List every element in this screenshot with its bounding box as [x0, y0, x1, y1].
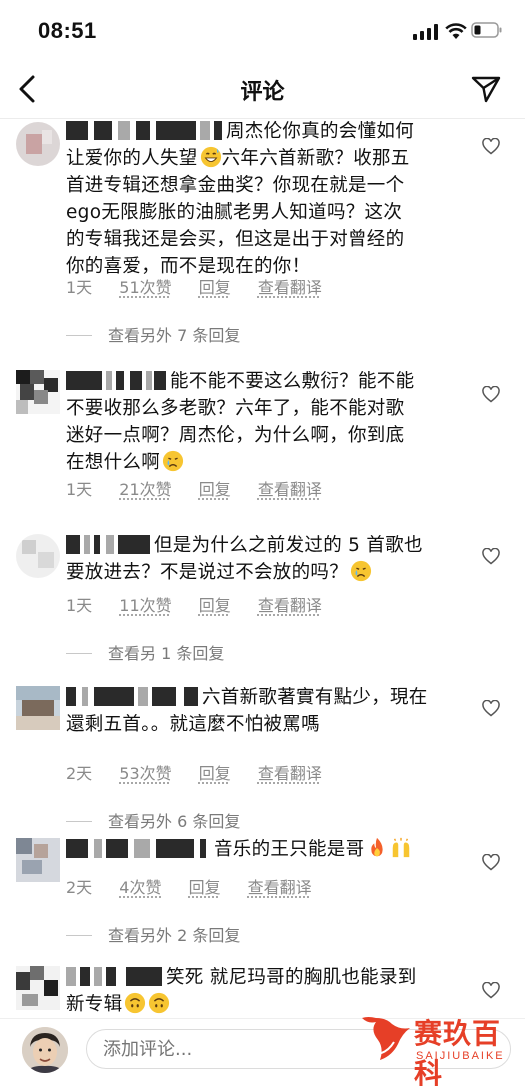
likes-count[interactable]: 11次赞 [119, 596, 171, 615]
fire-emoji [371, 837, 384, 857]
translate-button[interactable]: 查看翻译 [258, 278, 322, 297]
reply-divider [66, 335, 92, 336]
grinning-sweat-emoji [200, 146, 221, 168]
comment-time: 2天 [66, 764, 93, 783]
comment-time: 1天 [66, 480, 93, 499]
status-bar: 08:51 [0, 0, 525, 60]
comment-meta: 2天 53次赞 回复 查看翻译 [66, 760, 344, 784]
comment-text: 周杰伦你真的会懂如何 让爱你的人失望 六年六首新歌？收那五 首进专辑还想拿金曲奖？… [66, 121, 415, 277]
view-more-replies[interactable]: 查看另外 2 条回复 [66, 922, 240, 946]
likes-count[interactable]: 53次赞 [119, 764, 171, 783]
username-blurred[interactable] [66, 371, 166, 390]
reply-divider [66, 821, 92, 822]
paper-plane-icon[interactable] [470, 73, 502, 105]
reply-button[interactable]: 回复 [199, 764, 231, 783]
view-more-replies[interactable]: 查看另 1 条回复 [66, 640, 224, 664]
comment-input[interactable] [86, 1029, 511, 1069]
avatar[interactable] [16, 686, 60, 730]
like-heart-icon[interactable] [482, 138, 500, 155]
username-blurred[interactable] [66, 535, 150, 554]
avatar[interactable] [16, 370, 60, 414]
avatar[interactable] [16, 838, 60, 882]
comment-time: 2天 [66, 878, 93, 897]
comment-text: 能不能不要这么敷衍？能不能 不要收那么多老歌？六年了，能不能对歌 迷好一点啊？周… [66, 371, 415, 473]
status-time: 08:51 [38, 18, 97, 43]
raising-hands-emoji [393, 837, 410, 858]
comment-time: 1天 [66, 278, 93, 297]
crying-face-emoji [162, 450, 184, 472]
translate-button[interactable]: 查看翻译 [248, 878, 312, 897]
wifi-icon [445, 23, 467, 39]
comment-meta: 2天 4次赞 回复 查看翻译 [66, 874, 334, 898]
username-blurred[interactable] [66, 839, 210, 858]
like-heart-icon[interactable] [482, 854, 500, 871]
likes-count[interactable]: 4次赞 [119, 878, 161, 897]
battery-icon [471, 22, 502, 38]
page-title: 评论 [240, 80, 285, 105]
user-photo-icon [22, 1027, 68, 1073]
comment-time: 1天 [66, 596, 93, 615]
like-heart-icon[interactable] [482, 548, 500, 565]
comment-text: 音乐的王只能是哥 [66, 836, 461, 863]
comment-meta: 1天 51次赞 回复 查看翻译 [66, 274, 344, 298]
header: 评论 [0, 60, 525, 119]
comment-composer [0, 1018, 525, 1081]
reply-button[interactable]: 回复 [199, 480, 231, 499]
avatar[interactable] [16, 966, 60, 1010]
username-blurred[interactable] [66, 967, 162, 986]
translate-button[interactable]: 查看翻译 [258, 764, 322, 783]
reply-divider [66, 935, 92, 936]
like-heart-icon[interactable] [482, 982, 500, 999]
upside-down-face-emoji [149, 992, 170, 1014]
comment-text: 但是为什么之前发过的 5 首歌也 要放进去？不是说过不会放的吗？ [66, 535, 423, 583]
upside-down-face-emoji [125, 992, 146, 1014]
like-heart-icon[interactable] [482, 700, 500, 717]
comment-list[interactable]: 周杰伦你真的会懂如何 让爱你的人失望 六年六首新歌？收那五 首进专辑还想拿金曲奖？… [0, 118, 525, 1018]
reply-button[interactable]: 回复 [199, 596, 231, 615]
comment-meta: 1天 11次赞 回复 查看翻译 [66, 592, 344, 616]
reply-button[interactable]: 回复 [199, 278, 231, 297]
cellular-signal-icon [413, 24, 438, 40]
comment-meta: 1天 21次赞 回复 查看翻译 [66, 476, 344, 500]
translate-button[interactable]: 查看翻译 [258, 596, 322, 615]
avatar[interactable] [16, 122, 60, 166]
avatar[interactable] [16, 534, 60, 578]
comment-text: 笑死 就尼玛哥的胸肌也能录到 新专辑 [66, 967, 417, 1015]
reply-button[interactable]: 回复 [189, 878, 221, 897]
current-user-avatar [22, 1027, 68, 1073]
crying-face-emoji [350, 560, 372, 582]
view-more-replies[interactable]: 查看另外 6 条回复 [66, 808, 240, 832]
username-blurred[interactable] [66, 687, 198, 706]
likes-count[interactable]: 51次赞 [119, 278, 171, 297]
view-more-replies[interactable]: 查看另外 7 条回复 [66, 322, 240, 346]
translate-button[interactable]: 查看翻译 [258, 480, 322, 499]
username-blurred[interactable] [66, 121, 222, 140]
comment-text: 六首新歌著實有點少，現在 還剩五首。。就這麼不怕被罵嗎 [66, 687, 428, 735]
likes-count[interactable]: 21次赞 [119, 480, 171, 499]
like-heart-icon[interactable] [482, 386, 500, 403]
reply-divider [66, 653, 92, 654]
